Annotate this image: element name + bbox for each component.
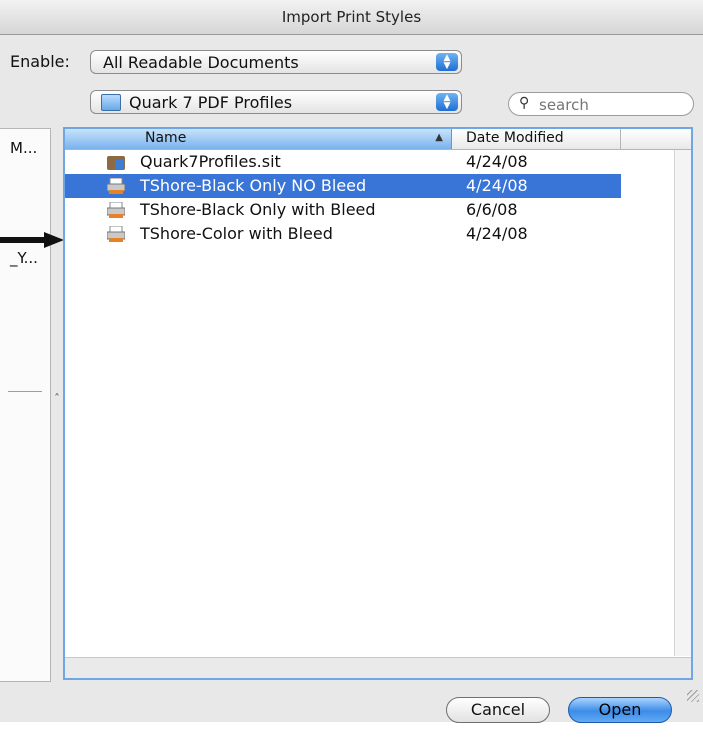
file-date: 4/24/08 <box>466 152 528 171</box>
enable-popup[interactable]: All Readable Documents ▲ ▼ <box>90 50 462 74</box>
import-print-styles-dialog: Import Print Styles Enable: All Readable… <box>0 0 703 723</box>
file-date: 4/24/08 <box>466 224 528 243</box>
cancel-button[interactable]: Cancel <box>446 697 550 723</box>
open-button[interactable]: Open <box>568 697 672 723</box>
split-handle-icon[interactable]: ˆ <box>54 392 60 406</box>
file-date: 6/6/08 <box>466 200 518 219</box>
file-date: 4/24/08 <box>466 176 528 195</box>
profile-icon <box>107 202 125 218</box>
file-row[interactable]: TShore-Color with Bleed 4/24/08 <box>65 222 621 246</box>
profile-icon <box>107 226 125 242</box>
window-title: Import Print Styles <box>281 8 422 26</box>
search-input[interactable] <box>537 95 681 115</box>
location-popup-value: Quark 7 PDF Profiles <box>129 93 293 112</box>
column-name-label: Name <box>145 130 187 146</box>
file-row-selected[interactable]: TShore-Black Only NO Bleed 4/24/08 <box>65 174 621 198</box>
search-field[interactable]: ⚲ <box>508 92 694 116</box>
file-list[interactable]: Name ▲ Date Modified Quark7Profiles.sit … <box>63 127 693 680</box>
enable-popup-value: All Readable Documents <box>103 53 299 72</box>
file-row[interactable]: Quark7Profiles.sit 4/24/08 <box>65 150 621 174</box>
column-header-date[interactable]: Date Modified <box>452 129 621 149</box>
popup-arrows-icon: ▲ ▼ <box>436 53 458 71</box>
profile-icon <box>107 178 125 194</box>
column-date-label: Date Modified <box>466 130 564 146</box>
sort-ascending-icon: ▲ <box>435 132 443 143</box>
search-icon: ⚲ <box>519 95 530 111</box>
location-popup[interactable]: Quark 7 PDF Profiles ▲ ▼ <box>90 90 462 114</box>
file-name: TShore-Color with Bleed <box>140 224 333 243</box>
column-header-name[interactable]: Name ▲ <box>65 129 452 149</box>
sidebar-label-middle[interactable]: _Y... <box>10 249 38 267</box>
folder-icon <box>101 94 121 111</box>
file-name: TShore-Black Only NO Bleed <box>140 176 367 195</box>
popup-arrows-icon: ▲ ▼ <box>436 93 458 111</box>
horizontal-scrollbar[interactable] <box>65 657 691 678</box>
vertical-scrollbar[interactable] <box>674 150 691 656</box>
enable-label: Enable: <box>10 52 70 71</box>
resize-grip-icon[interactable] <box>687 690 699 702</box>
column-header-bar: Name ▲ Date Modified <box>65 129 691 150</box>
sidebar-divider <box>8 391 42 392</box>
file-name: TShore-Black Only with Bleed <box>140 200 376 219</box>
callout-arrow-icon <box>0 232 64 248</box>
archive-icon <box>107 156 125 170</box>
file-name: Quark7Profiles.sit <box>140 152 281 171</box>
sidebar-panel: M... _Y... <box>0 128 51 682</box>
file-row[interactable]: TShore-Black Only with Bleed 6/6/08 <box>65 198 621 222</box>
sidebar-label-top[interactable]: M... <box>10 139 37 157</box>
title-bar[interactable]: Import Print Styles <box>0 0 703 35</box>
